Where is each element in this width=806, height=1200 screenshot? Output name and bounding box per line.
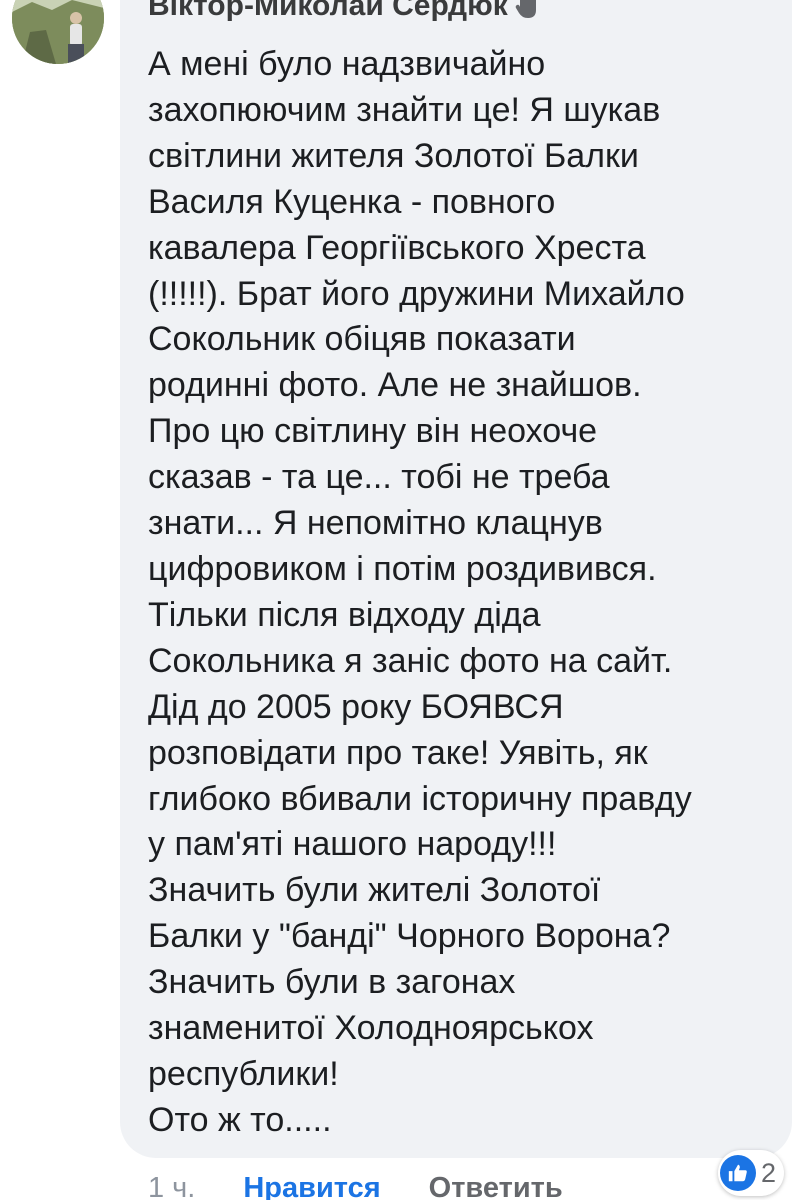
comment-line: світлини жителя Золотої Балки bbox=[148, 136, 639, 175]
thumbs-up-icon bbox=[720, 1155, 756, 1191]
waving-hand-icon bbox=[512, 0, 542, 21]
comment-line: Про цю світлину він неохоче bbox=[148, 412, 598, 451]
like-button[interactable]: Нравится bbox=[243, 1172, 380, 1200]
comment-line: (!!!!!). Брат його дружини Михайло bbox=[148, 274, 685, 313]
reactions-summary[interactable]: 2 bbox=[718, 1150, 785, 1196]
comment-line: у пам'яті нашого народу!!! bbox=[148, 825, 557, 864]
comment-line: сказав - та це... тобі не треба bbox=[148, 458, 610, 497]
comment-line: Значить були жителі Золотої bbox=[148, 871, 601, 910]
comment-header: Віктор-Миколай Сердюк bbox=[148, 0, 542, 26]
comment-line: родинні фото. Але не знайшов. bbox=[148, 366, 642, 405]
comment-line: кавалера Георгіївського Хреста bbox=[148, 228, 646, 267]
comment-line: Сокольника я заніс фото на сайт. bbox=[148, 641, 673, 680]
comment-line: розповідати про таке! Уявіть, як bbox=[148, 733, 648, 772]
avatar-photo bbox=[12, 0, 104, 64]
comment-line: А мені було надзвичайно bbox=[148, 45, 546, 83]
comment-line: Тільки після відходу діда bbox=[148, 595, 541, 634]
comment-line: республики! bbox=[148, 1054, 339, 1093]
comment-line: Балки у "банді" Чорного Ворона? bbox=[148, 917, 671, 956]
comment-line: Сокольник обіцяв показати bbox=[148, 320, 576, 359]
comment-screen: Віктор-Миколай Сердюк А мені було надзви… bbox=[0, 0, 806, 1200]
comment-line: знаменитої Холодноярськох bbox=[148, 1009, 594, 1048]
author-name[interactable]: Віктор-Миколай Сердюк bbox=[148, 0, 508, 26]
comment-body: А мені було надзвичайно захопюючим знайт… bbox=[148, 42, 778, 1144]
comment-timestamp[interactable]: 1 ч. bbox=[148, 1172, 195, 1200]
comment-line: глибоко вбивали історичну правду bbox=[148, 779, 692, 818]
author-avatar[interactable] bbox=[12, 0, 104, 64]
comment-line: Ото ж то..... bbox=[148, 1100, 332, 1139]
comment-line: Василя Куценка - повного bbox=[148, 182, 556, 221]
comment-line: цифровиком і потім роздивився. bbox=[148, 549, 657, 588]
reply-button[interactable]: Ответить bbox=[429, 1172, 563, 1200]
comment-line: знати... Я непомітно клацнув bbox=[148, 504, 603, 543]
reaction-count: 2 bbox=[761, 1157, 777, 1188]
comment-line: Значить були в загонах bbox=[148, 963, 516, 1002]
comment-line: Дід до 2005 року БОЯВСЯ bbox=[148, 687, 564, 726]
comment-line: захопюючим знайти це! Я шукав bbox=[148, 90, 661, 129]
comment-actions: 1 ч. Нравится Ответить bbox=[148, 1166, 563, 1200]
